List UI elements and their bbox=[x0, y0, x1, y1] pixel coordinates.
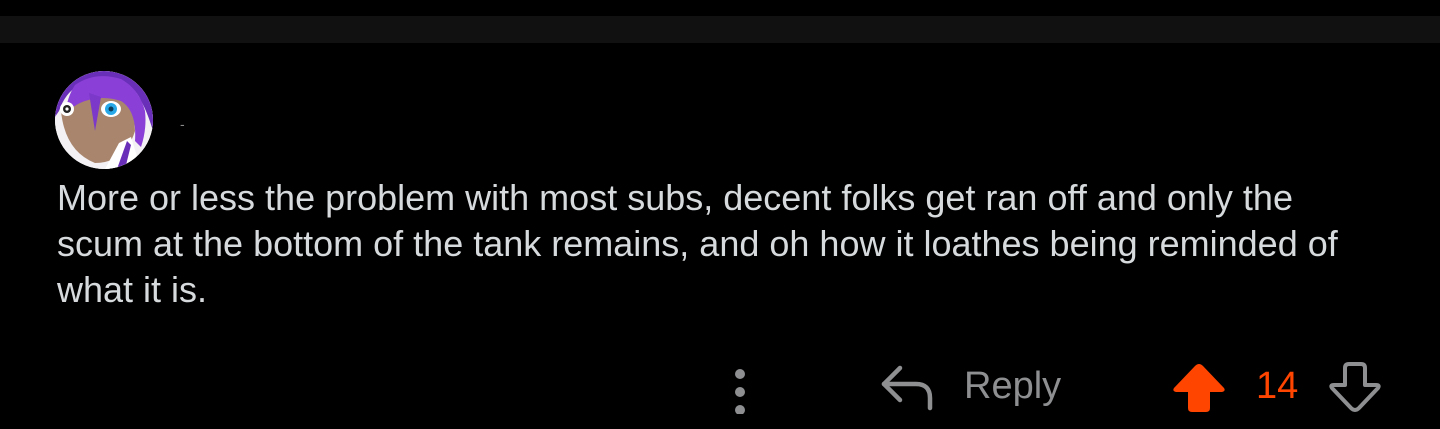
downvote-button[interactable] bbox=[1326, 358, 1384, 414]
comment-text: More or less the problem with most subs,… bbox=[57, 177, 1338, 310]
reply-arrow-icon bbox=[881, 365, 933, 411]
downvote-arrow-icon bbox=[1329, 362, 1381, 412]
vote-score: 14 bbox=[1256, 365, 1299, 407]
comment-action-bar: Reply 14 bbox=[0, 350, 1440, 422]
avatar[interactable] bbox=[55, 71, 153, 169]
upvote-button[interactable] bbox=[1170, 358, 1228, 414]
upvote-arrow-icon bbox=[1173, 364, 1225, 412]
more-options-button[interactable] bbox=[722, 358, 758, 415]
avatar-image bbox=[55, 71, 153, 169]
divider-bar bbox=[0, 16, 1440, 43]
author-name[interactable]: - bbox=[180, 114, 185, 134]
vertical-ellipsis-icon bbox=[735, 369, 745, 415]
reply-button[interactable]: Reply bbox=[878, 360, 1061, 412]
comment-card: - More or less the problem with most sub… bbox=[0, 0, 1440, 429]
reply-label: Reply bbox=[964, 365, 1062, 407]
